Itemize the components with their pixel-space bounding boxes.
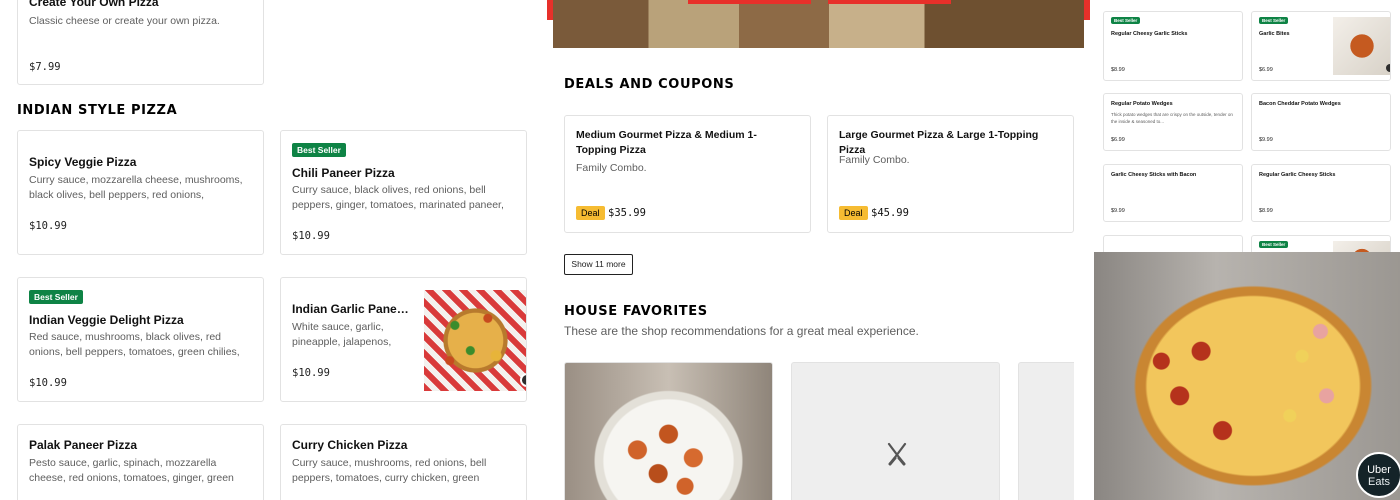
menu-item-description: Pesto sauce, garlic, spinach, mozzarella… [29,457,234,484]
fork-knife-icon [887,442,907,466]
banner-red-tab [828,0,951,4]
deal-card[interactable]: Medium Gourmet Pizza & Medium 1-Topping … [564,115,811,233]
store-banner-photo [553,0,1084,48]
menu-item-photo [424,290,526,391]
deal-subtitle: Family Combo. [576,162,647,174]
menu-item-title: Create Your Own Pizza [29,0,159,9]
menu-item-title: Spicy Veggie Pizza [29,155,137,169]
section-title-deals: DEALS AND COUPONS [564,77,735,92]
deal-price: $35.99 [608,207,646,219]
menu-item-description: White sauce, garlic, pineapple, jalapeno… [292,321,392,348]
side-item-title: Regular Garlic Cheesy Sticks [1259,172,1336,178]
side-item-price: $8.99 [1259,208,1273,214]
menu-item-price: $10.99 [292,367,330,379]
side-item-price: $8.99 [1111,67,1125,73]
deal-subtitle: Family Combo. [839,154,910,166]
menu-item-price: $10.99 [29,220,67,232]
menu-item-card[interactable]: Indian Garlic Paneer... White sauce, gar… [280,277,527,402]
side-item-price: $6.99 [1111,137,1125,143]
menu-item-title: Curry Chicken Pizza [292,438,408,452]
banner-red-tab [688,0,811,4]
side-item-title: Regular Cheesy Garlic Sticks [1111,31,1188,37]
menu-item-card[interactable]: Curry Chicken Pizza Curry sauce, mushroo… [280,424,527,500]
menu-item-price: $10.99 [29,377,67,389]
uber-eats-logo[interactable]: Uber Eats [1356,452,1400,498]
best-seller-badge: Best Seller [1259,17,1289,24]
best-seller-badge: Best Seller [292,143,346,157]
deal-tag: Deal [576,206,605,220]
section-title-indian-style-pizza: INDIAN STYLE PIZZA [17,103,178,118]
side-item-price: $6.99 [1259,67,1273,73]
menu-item-description: Curry sauce, black olives, red onions, b… [292,184,504,211]
side-item-title: Regular Potato Wedges [1111,101,1173,107]
menu-item-card[interactable]: Spicy Veggie Pizza Curry sauce, mozzarel… [17,130,264,255]
side-item-price: $9.99 [1111,208,1125,214]
menu-item-description: Classic cheese or create your own pizza. [29,15,220,27]
side-item-title: Garlic Cheesy Sticks with Bacon [1111,172,1197,178]
side-item-card[interactable]: Regular Potato Wedges Thick potato wedge… [1103,93,1243,151]
menu-item-title: Chili Paneer Pizza [292,166,395,180]
best-seller-badge: Best Seller [29,290,83,304]
menu-item-title: Indian Garlic Paneer... [292,302,412,316]
menu-item-price: $10.99 [292,230,330,242]
menu-item-card[interactable]: Create Your Own Pizza Classic cheese or … [17,0,264,85]
pizza-hero-photo [1094,252,1400,500]
menu-item-description: Curry sauce, mushrooms, red onions, bell… [292,457,487,484]
side-item-card[interactable]: Regular Garlic Cheesy Sticks $8.99 [1251,164,1391,222]
side-item-card[interactable]: Garlic Cheesy Sticks with Bacon $9.99 [1103,164,1243,222]
menu-item-card[interactable]: Best Seller Chili Paneer Pizza Curry sau… [280,130,527,255]
deal-price: $45.99 [871,207,909,219]
show-more-button[interactable]: Show 11 more [564,254,633,275]
menu-item-card[interactable]: Best Seller Indian Veggie Delight Pizza … [17,277,264,402]
side-item-title: Garlic Bites [1259,31,1290,37]
section-subtitle: These are the shop recommendations for a… [564,324,919,338]
favorite-item-placeholder[interactable] [1018,362,1074,500]
side-item-title: Bacon Cheddar Potato Wedges [1259,101,1341,107]
uber-eats-logo-line1: Uber [1367,464,1391,476]
menu-item-title: Palak Paneer Pizza [29,438,138,452]
deal-card[interactable]: Large Gourmet Pizza & Large 1-Topping Pi… [827,115,1074,233]
menu-item-description: Curry sauce, mozzarella cheese, mushroom… [29,174,243,201]
side-item-card[interactable]: Best Seller Regular Cheesy Garlic Sticks… [1103,11,1243,81]
best-seller-badge: Best Seller [1111,17,1141,24]
uber-eats-logo-line2: Eats [1367,476,1390,488]
side-item-photo [1333,17,1390,75]
menu-item-card[interactable]: Palak Paneer Pizza Pesto sauce, garlic, … [17,424,264,500]
deal-title: Medium Gourmet Pizza & Medium 1-Topping … [576,129,757,156]
favorite-item-photo[interactable] [564,362,773,500]
favorite-item-placeholder[interactable] [791,362,1000,500]
best-seller-badge: Best Seller [1259,241,1289,248]
side-item-card[interactable]: Best Seller Garlic Bites $6.99 [1251,11,1391,81]
section-title-house-favorites: HOUSE FAVORITES [564,304,708,319]
deal-tag: Deal [839,206,868,220]
add-item-icon[interactable] [520,373,526,387]
add-item-icon[interactable] [1386,64,1390,72]
menu-item-price: $7.99 [29,61,61,73]
menu-item-description: Red sauce, mushrooms, black olives, red … [29,331,240,358]
side-item-description: Thick potato wedges that are crispy on t… [1111,112,1233,124]
side-item-price: $9.99 [1259,137,1273,143]
side-item-card[interactable]: Bacon Cheddar Potato Wedges $9.99 [1251,93,1391,151]
menu-item-title: Indian Veggie Delight Pizza [29,313,184,327]
